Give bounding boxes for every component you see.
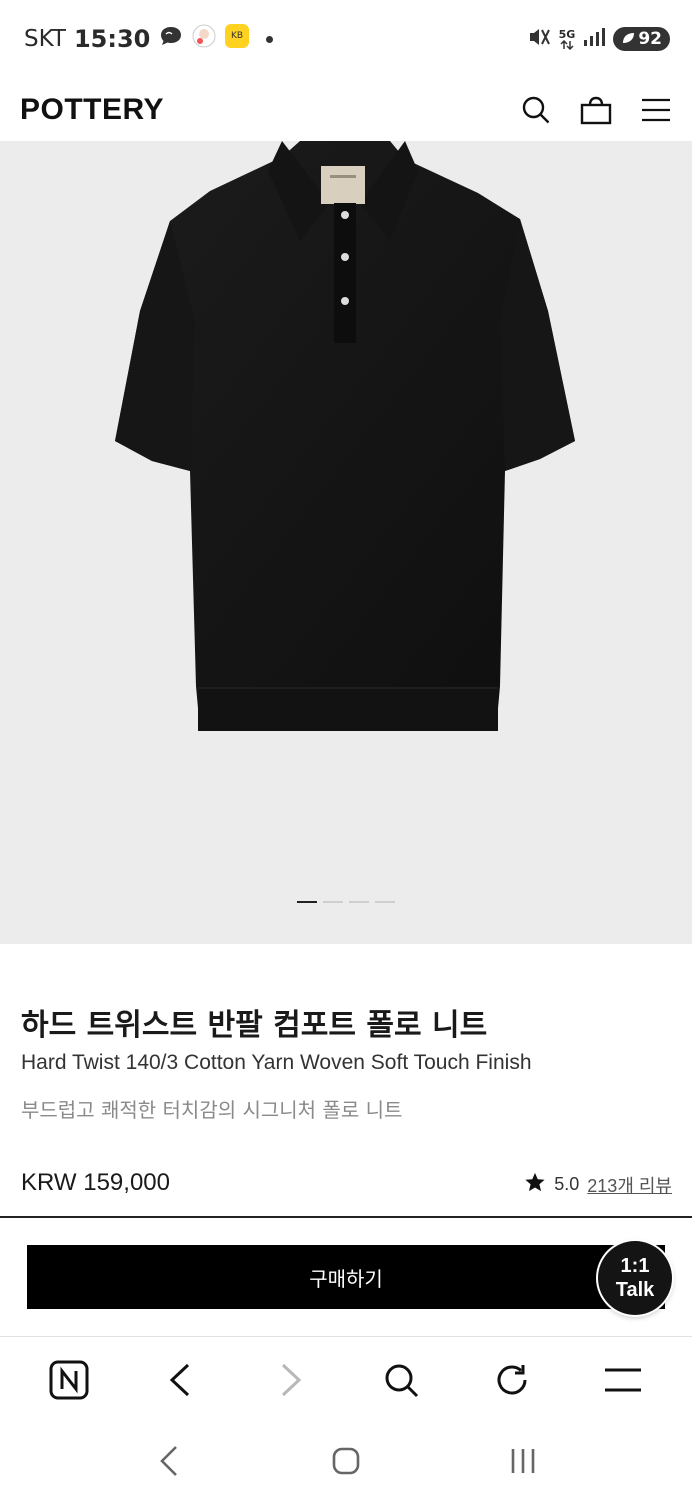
clock: 15:30 <box>73 25 151 53</box>
more-notifications-dot <box>266 35 274 43</box>
browser-search-icon[interactable] <box>379 1358 423 1402</box>
nav-home-icon[interactable] <box>326 1441 366 1481</box>
browser-menu-icon[interactable] <box>601 1358 645 1402</box>
refresh-icon[interactable] <box>490 1358 534 1402</box>
carousel-dot[interactable] <box>323 901 343 903</box>
system-nav-bar <box>0 1422 692 1500</box>
battery-indicator: 92 <box>613 27 670 51</box>
nav-recents-icon[interactable] <box>503 1441 543 1481</box>
back-icon[interactable] <box>158 1358 202 1402</box>
status-bar: SKT 15:30 KB 5G 92 <box>0 0 692 78</box>
chat-talk-button[interactable]: 1:1 Talk <box>598 1241 672 1315</box>
naver-home-icon[interactable] <box>47 1358 91 1402</box>
rating-value: 5.0 <box>554 1174 580 1194</box>
product-description: 부드럽고 쾌적한 터치감의 시그니처 폴로 니트 <box>21 1098 403 1122</box>
forward-icon[interactable] <box>269 1358 313 1402</box>
battery-leaf-icon <box>621 29 635 49</box>
product-title: 하드 트위스트 반팔 컴포트 폴로 니트 <box>21 1008 488 1043</box>
search-icon[interactable] <box>520 94 552 126</box>
brand-logo[interactable]: POTTERY <box>20 93 164 127</box>
product-image <box>115 141 575 731</box>
divider <box>0 1216 692 1218</box>
rating-summary[interactable]: 5.0 213개 리뷰 <box>524 1171 672 1198</box>
menu-icon[interactable] <box>640 94 672 126</box>
talk-label-top: 1:1 <box>620 1255 650 1277</box>
nav-back-icon[interactable] <box>149 1441 189 1481</box>
chat-bubble-icon <box>158 25 184 53</box>
product-image-carousel[interactable] <box>0 141 692 944</box>
carousel-dot[interactable] <box>349 901 369 903</box>
carrier-label: SKT <box>24 26 66 52</box>
shopping-bag-icon[interactable] <box>580 94 612 126</box>
svg-text:KB: KB <box>231 31 243 41</box>
talk-label-bottom: Talk <box>615 1279 655 1301</box>
browser-toolbar <box>0 1336 692 1422</box>
mute-icon <box>527 26 551 52</box>
buy-button[interactable]: 구매하기 <box>27 1245 665 1309</box>
review-count-link[interactable]: 213개 리뷰 <box>587 1172 672 1198</box>
product-price: KRW 159,000 <box>21 1169 170 1196</box>
star-icon <box>524 1171 546 1198</box>
carousel-indicator <box>0 901 692 903</box>
signal-icon <box>583 27 606 51</box>
bank-app-icon: KB <box>224 23 250 55</box>
carousel-dot[interactable] <box>297 901 317 903</box>
carousel-dot[interactable] <box>375 901 395 903</box>
app-notification-icon <box>192 24 216 54</box>
network-5g-icon: 5G <box>559 29 575 50</box>
site-header: POTTERY <box>0 78 692 141</box>
product-subtitle: Hard Twist 140/3 Cotton Yarn Woven Soft … <box>21 1051 532 1074</box>
